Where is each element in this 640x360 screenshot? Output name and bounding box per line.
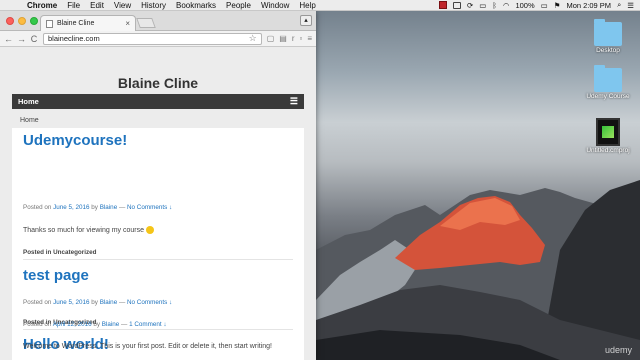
browser-toolbar: ← → C blainecline.com ☆ ▢ ▤ r ▫ ≡ [0,31,316,55]
battery-icon[interactable]: ▭ [541,1,548,10]
url-text: blainecline.com [48,34,100,43]
desktop-icon-desktop[interactable]: Desktop [578,19,638,54]
hamburger-menu-icon[interactable]: ☰ [290,96,298,107]
post-excerpt: Thanks so much for viewing my course [23,226,154,234]
meta-by: by [91,204,98,211]
post-meta: Posted on June 5, 2016 by Blaine — No Co… [23,299,172,306]
site-title[interactable]: Blaine Cline [0,75,316,91]
post-author-link[interactable]: Blaine [100,204,118,211]
post-divider [23,329,293,330]
minimize-window-button[interactable] [18,17,26,25]
recording-icon[interactable] [439,1,447,9]
close-tab-icon[interactable]: × [125,19,130,28]
clock[interactable]: Mon 2:09 PM [566,1,611,10]
post-category[interactable]: Posted in Uncategorized [23,249,96,256]
nav-home-link[interactable]: Home [18,97,39,106]
meta-by: by [91,299,98,306]
desktop-icon-label: Desktop [596,47,620,54]
post-date-link[interactable]: April 12, 2016 [53,321,92,328]
menu-edit[interactable]: Edit [85,1,109,10]
tab-title: Blaine Cline [57,20,95,27]
meta-dash: — [118,204,126,211]
camtasia-file-icon [596,118,620,146]
udemy-watermark: udemy [604,345,632,355]
bookmark-star-icon[interactable]: ☆ [249,33,257,44]
back-icon[interactable]: ← [4,34,13,44]
menu-bookmarks[interactable]: Bookmarks [171,1,221,10]
post-comments-link[interactable]: No Comments ↓ [127,299,172,306]
menu-window[interactable]: Window [256,1,294,10]
sync-icon[interactable]: ⟳ [467,1,473,10]
post-divider [23,259,293,260]
folder-icon [594,19,622,46]
desktop-icon-udemy-course[interactable]: Udemy Course [578,65,638,100]
forward-icon[interactable]: → [17,34,26,44]
extension-gray-icon[interactable]: ▫ [299,34,302,43]
menu-app-name[interactable]: Chrome [22,1,62,10]
bluetooth-icon[interactable]: ᛒ [492,1,497,10]
post-comments-link[interactable]: 1 Comment ↓ [129,321,166,328]
print-icon[interactable]: ▤ [279,34,287,43]
new-tab-button[interactable] [136,18,156,28]
close-window-button[interactable] [6,17,14,25]
post-title[interactable]: test page [23,267,89,284]
profile-icon[interactable]: ▴ [300,15,312,26]
breadcrumb[interactable]: Home [20,117,39,124]
extension-r-icon[interactable]: r [292,34,295,43]
zoom-window-button[interactable] [30,17,38,25]
meta-by: by [93,321,101,328]
menu-people[interactable]: People [221,1,256,10]
post-meta: Posted on June 5, 2016 by Blaine — No Co… [23,204,172,211]
post-meta: Posted on April 12, 2016 by Blaine — 1 C… [23,321,167,328]
menu-bar: Chrome File Edit View History Bookmarks … [0,0,640,11]
post-date-link[interactable]: June 5, 2016 [53,204,89,211]
post-body-text: Welcome to WordPress. This is your first… [23,343,272,350]
post-body-text: Thanks so much for viewing my course [23,226,144,234]
window-controls [6,17,38,25]
page-favicon-icon [46,19,53,28]
spotlight-icon[interactable]: ⌕ [617,0,621,10]
notification-center-icon[interactable]: ☰ [627,1,634,10]
tab-blaine-cline[interactable]: Blaine Cline × [40,15,136,31]
menu-help[interactable]: Help [294,1,320,10]
folder-icon [594,65,622,92]
menu-view[interactable]: View [109,1,136,10]
post-comments-link[interactable]: No Comments ↓ [127,204,172,211]
post-title[interactable]: Udemycourse! [23,132,127,149]
reload-icon[interactable]: C [30,34,38,44]
meta-posted-on: Posted on [23,321,52,328]
status-menus: ⟳ ▭ ᛒ ◠ 100% ▭ ⚑ Mon 2:09 PM ⌕ ☰ [439,0,640,10]
chrome-menu-icon[interactable]: ≡ [307,34,312,43]
extension-icon[interactable]: ▢ [267,34,275,43]
wifi-icon[interactable]: ◠ [503,1,510,10]
meta-posted-on: Posted on [23,204,52,211]
smiley-emoji-icon [145,226,154,234]
web-page: Blaine Cline Home ☰ Home Udemycourse! Po… [0,47,316,360]
post-date-link[interactable]: June 5, 2016 [53,299,89,306]
address-bar[interactable]: blainecline.com ☆ [0,32,262,55]
meta-dash: — [121,321,128,328]
airplay-icon[interactable]: ▭ [479,1,486,10]
post-udemycourse: Udemycourse! [23,132,127,149]
site-navigation: Home ☰ [12,94,304,109]
screen-icon[interactable] [453,1,461,9]
chrome-window: Blaine Cline × ▴ ← → C blainecline.com ☆… [0,11,316,360]
meta-posted-on: Posted on [23,299,52,306]
flag-icon[interactable]: ⚑ [554,1,561,10]
desktop-icon-cmproj[interactable]: Untitled.cmproj [578,118,638,154]
post-author-link[interactable]: Blaine [102,321,120,328]
post-test-page: test page [23,267,89,284]
menu-history[interactable]: History [136,1,171,10]
desktop-icon-label: Udemy Course [586,93,630,100]
battery-percent[interactable]: 100% [515,1,534,10]
menu-file[interactable]: File [62,1,85,10]
desktop-icon-label: Untitled.cmproj [586,147,630,154]
tab-bar: Blaine Cline × ▴ [0,11,316,31]
meta-dash: — [118,299,126,306]
post-author-link[interactable]: Blaine [100,299,118,306]
